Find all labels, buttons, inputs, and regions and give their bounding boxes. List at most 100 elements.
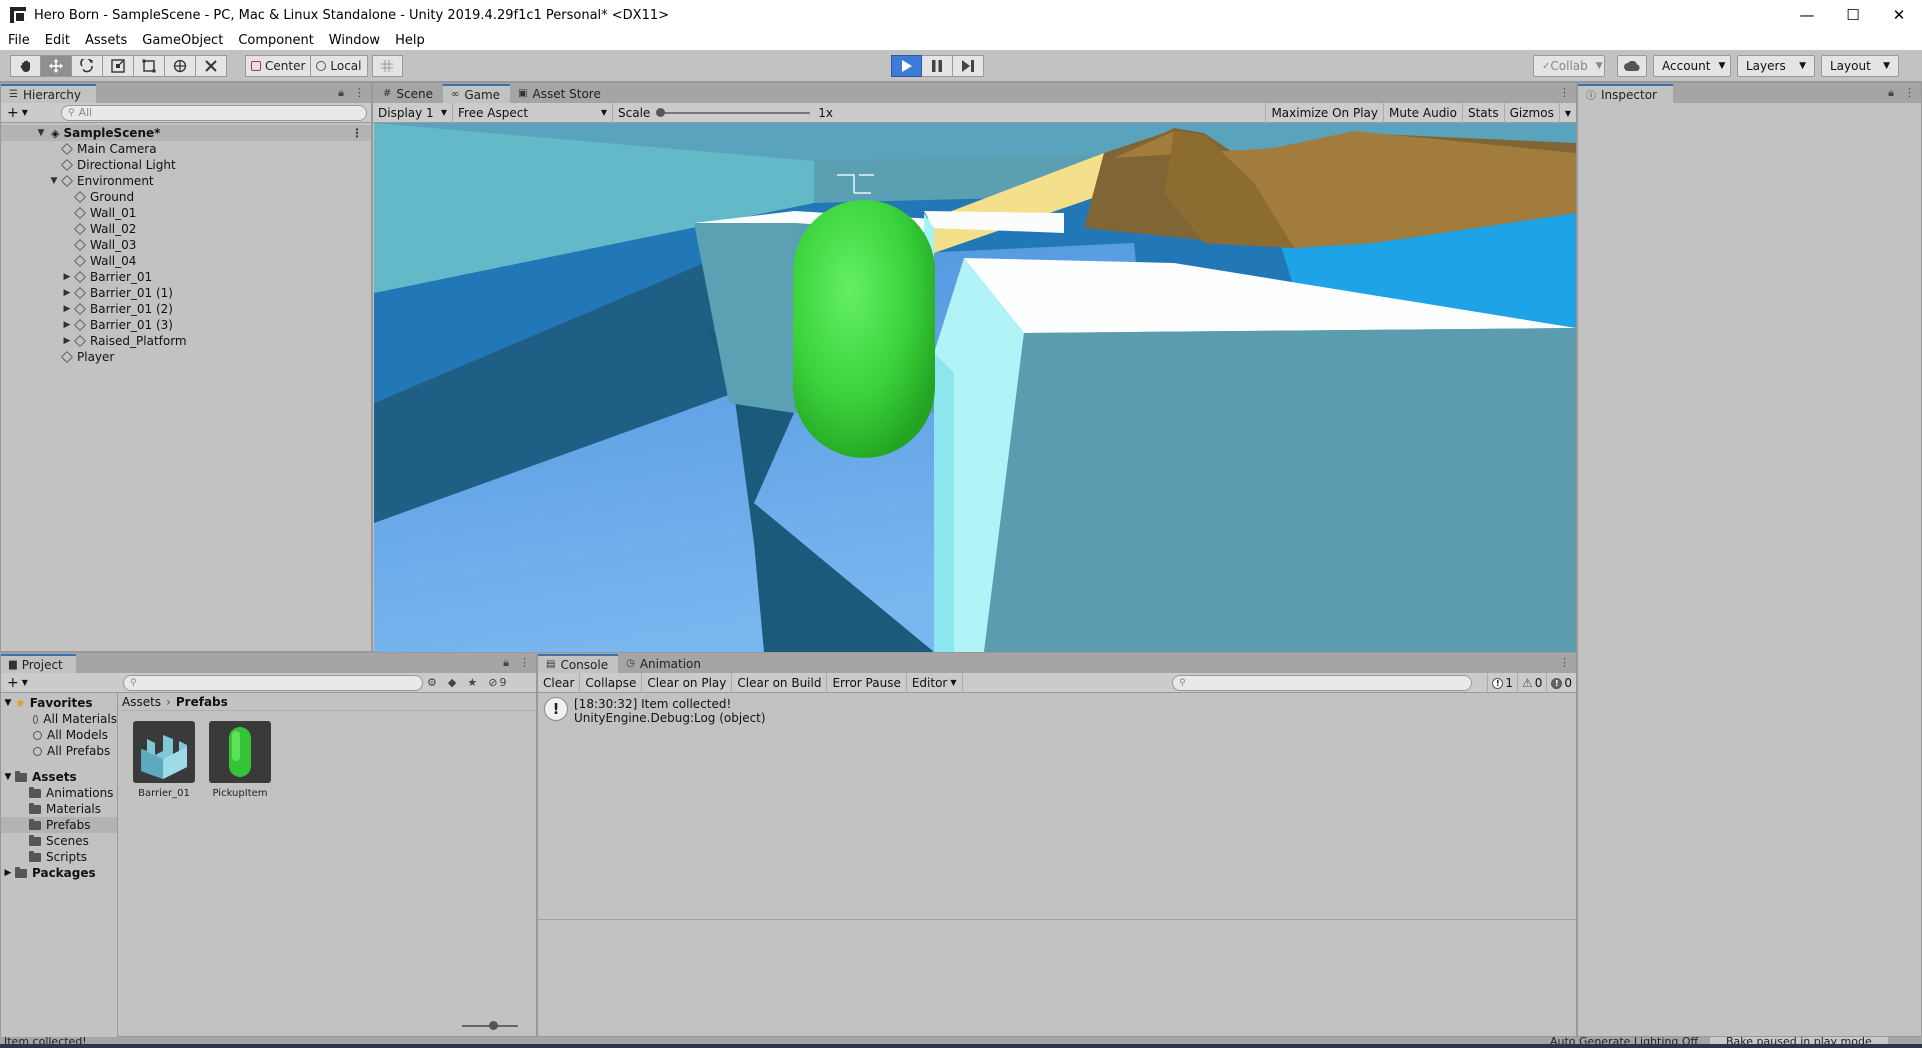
expand-arrow-icon[interactable]: ▶ [61,336,73,346]
menu-gameobject[interactable]: GameObject [142,33,223,48]
tab-animation[interactable]: ◷ Animation [618,654,711,673]
custom-tool-button[interactable] [196,55,227,77]
expand-arrow-icon[interactable]: ▼ [48,176,60,186]
cloud-button[interactable] [1617,55,1647,77]
gizmos-toggle[interactable]: Gizmos [1503,103,1559,123]
game-viewport[interactable] [374,123,1576,652]
hierarchy-item[interactable]: ▶ Barrier_01 (1) [1,285,371,301]
collab-dropdown[interactable]: ✓ Collab ▼ [1533,55,1605,77]
account-dropdown[interactable]: Account ▼ [1653,55,1731,77]
console-split-divider[interactable] [538,919,1576,920]
error-counter[interactable]: ! 0 [1546,673,1576,693]
lock-icon[interactable]: 🔒︎ [338,86,344,100]
gizmos-dropdown-chevron-icon[interactable]: ▼ [1558,103,1576,123]
clear-button[interactable]: Clear [538,672,581,693]
hierarchy-item[interactable]: Wall_04 [1,253,371,269]
hierarchy-item[interactable]: Ground [1,189,371,205]
minimize-button[interactable]: — [1784,0,1830,30]
hierarchy-item[interactable]: Wall_02 [1,221,371,237]
maximize-on-play-toggle[interactable]: Maximize On Play [1265,103,1383,123]
hierarchy-item[interactable]: Wall_01 [1,205,371,221]
transform-tool-button[interactable] [165,55,196,77]
hierarchy-item[interactable]: ▶ Barrier_01 (2) [1,301,371,317]
info-counter[interactable]: ! 1 [1487,673,1517,693]
kebab-menu-icon[interactable]: ⋮ [351,126,363,140]
pivot-mode-button[interactable]: Center [245,55,312,77]
collapse-toggle[interactable]: Collapse [580,672,643,693]
display-dropdown[interactable]: Display 1 ▼ [373,102,453,123]
asset-folder-row[interactable]: Scenes [1,833,117,849]
scale-slider-thumb[interactable] [656,107,666,117]
expand-arrow-icon[interactable]: ▼ [1,772,15,782]
breadcrumb-prefabs[interactable]: Prefabs [176,695,228,709]
favorite-all-materials[interactable]: All Materials [1,711,117,727]
favorite-star-icon[interactable]: ★ [467,676,477,689]
expand-arrow-icon[interactable]: ▶ [61,320,73,330]
favorites-row[interactable]: ▼ ★ Favorites [1,695,117,711]
kebab-menu-icon[interactable]: ⋮ [1559,656,1570,669]
menu-edit[interactable]: Edit [45,33,70,48]
warning-counter[interactable]: ⚠ 0 [1516,673,1546,693]
menu-window[interactable]: Window [329,33,380,48]
expand-arrow-icon[interactable]: ▼ [1,698,15,708]
tab-project[interactable]: ▆ Project [1,654,76,673]
hierarchy-item[interactable]: Player [1,349,371,365]
menu-help[interactable]: Help [395,33,425,48]
assets-root-row[interactable]: ▼ Assets [1,769,117,785]
scene-row[interactable]: ▼ ◈ SampleScene* ⋮ [1,125,371,141]
create-asset-button[interactable]: + [7,675,19,691]
icon-size-slider-thumb[interactable] [488,1021,498,1030]
error-pause-toggle[interactable]: Error Pause [827,672,907,693]
favorite-all-prefabs[interactable]: All Prefabs [1,743,117,759]
tab-console[interactable]: ▤ Console [538,654,619,673]
pause-button[interactable] [922,55,953,77]
project-search-input[interactable]: ⚲ [123,674,423,691]
clear-on-play-toggle[interactable]: Clear on Play [642,672,733,693]
hierarchy-item[interactable]: ▶ Barrier_01 [1,269,371,285]
label-tag-icon[interactable]: ◆ [448,676,456,689]
breadcrumb-assets[interactable]: Assets [122,695,161,709]
tab-game[interactable]: ∞ Game [442,84,511,103]
tab-inspector[interactable]: ⓘ Inspector [1578,84,1673,103]
move-tool-button[interactable] [41,55,72,77]
menu-component[interactable]: Component [238,33,313,48]
kebab-menu-icon[interactable]: ⋮ [354,86,365,100]
chevron-down-icon[interactable]: ▼ [22,678,28,687]
favorite-all-models[interactable]: All Models [1,727,117,743]
lock-icon[interactable]: 🔒︎ [1888,86,1894,100]
close-button[interactable]: ✕ [1876,0,1922,30]
play-button[interactable] [891,55,922,77]
hand-tool-button[interactable] [10,55,41,77]
maximize-button[interactable]: ☐ [1830,0,1876,30]
layout-dropdown[interactable]: Layout ▼ [1821,55,1899,77]
asset-pickup-item[interactable]: PickupItem [208,721,272,799]
create-button[interactable]: + [7,105,19,121]
icon-size-slider[interactable] [462,1021,518,1030]
layers-dropdown[interactable]: Layers ▼ [1737,55,1815,77]
asset-folder-row[interactable]: Animations [1,785,117,801]
expand-arrow-icon[interactable]: ▶ [61,272,73,282]
hierarchy-item[interactable]: Wall_03 [1,237,371,253]
hidden-packages-button[interactable]: ⊘ 9 [488,676,506,689]
console-log-entry[interactable]: ! [18:30:32] Item collected! UnityEngine… [538,693,1576,729]
rect-tool-button[interactable] [134,55,165,77]
packages-row[interactable]: ▶ Packages [1,865,117,881]
tab-hierarchy[interactable]: ☰ Hierarchy [1,84,96,103]
expand-arrow-icon[interactable]: ▶ [61,288,73,298]
aspect-dropdown[interactable]: Free Aspect ▼ [453,102,613,123]
kebab-menu-icon[interactable]: ⋮ [519,656,530,670]
tab-scene[interactable]: # Scene [373,84,443,103]
hierarchy-item[interactable]: ▶ Barrier_01 (3) [1,317,371,333]
editor-dropdown[interactable]: Editor ▼ [907,672,963,693]
asset-folder-row[interactable]: Scripts [1,849,117,865]
tab-asset-store[interactable]: ▣ Asset Store [510,84,611,103]
hierarchy-search-input[interactable]: ⚲ All [61,104,367,121]
rotate-tool-button[interactable] [72,55,103,77]
pivot-rotation-button[interactable]: Local [311,55,368,77]
hierarchy-item[interactable]: ▼ Environment [1,173,371,189]
step-button[interactable] [953,55,984,77]
scale-slider[interactable] [656,107,811,117]
hierarchy-item[interactable]: Directional Light [1,157,371,173]
scale-tool-button[interactable] [103,55,134,77]
menu-file[interactable]: File [8,33,30,48]
